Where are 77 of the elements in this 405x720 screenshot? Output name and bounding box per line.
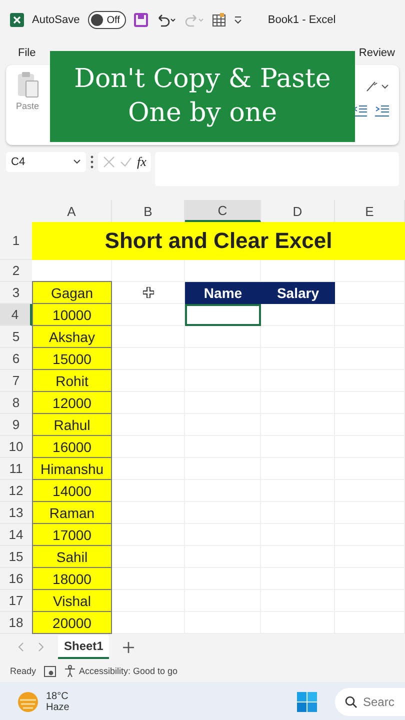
empty-cell: [335, 304, 405, 326]
row-header[interactable]: 6: [0, 348, 32, 370]
table-cell: 18000: [32, 567, 112, 590]
name-box[interactable]: C4: [6, 152, 86, 172]
temperature: 18°C: [46, 691, 70, 702]
table-cell: 20000: [32, 611, 112, 634]
active-cell[interactable]: [185, 304, 261, 326]
table-cell: 12000: [32, 391, 112, 414]
sheet-tab[interactable]: Sheet1: [58, 635, 110, 659]
caption-text: Don't Copy & Paste: [74, 62, 331, 96]
autosave-toggle[interactable]: Off: [88, 11, 126, 29]
accessibility-status[interactable]: Accessibility: Good to go: [79, 666, 178, 676]
sheet-title: Short and Clear Excel: [32, 222, 405, 260]
row-header[interactable]: 5: [0, 326, 32, 348]
macro-recording-icon[interactable]: [44, 666, 56, 676]
weather-condition: Haze: [46, 702, 70, 713]
table-cell: 10000: [32, 303, 112, 326]
table-icon[interactable]: [212, 13, 226, 27]
excel-logo-icon: [10, 13, 24, 27]
table-cell: Himanshu: [32, 457, 112, 480]
row-header[interactable]: 16: [0, 568, 32, 590]
empty-cell: [335, 260, 405, 282]
row-header[interactable]: 17: [0, 590, 32, 612]
column-header[interactable]: D: [261, 200, 335, 222]
table-cell: Rohit: [32, 369, 112, 392]
row-header[interactable]: 4: [0, 304, 32, 326]
autosave-label: AutoSave: [32, 14, 80, 26]
decrease-indent-icon[interactable]: [353, 105, 367, 117]
status-text: Ready: [10, 666, 36, 676]
add-sheet-icon[interactable]: [123, 642, 134, 652]
column-header[interactable]: A: [32, 200, 112, 222]
table-cell: 16000: [32, 435, 112, 458]
clipboard-icon: [16, 71, 38, 99]
checkmark-icon[interactable]: [120, 156, 132, 168]
row-header[interactable]: 11: [0, 458, 32, 480]
cell-cursor-icon: [142, 287, 154, 298]
row-header[interactable]: 15: [0, 546, 32, 568]
column-header[interactable]: B: [112, 200, 185, 222]
table-cell: Vishal: [32, 589, 112, 612]
row-header[interactable]: 3: [0, 282, 32, 304]
start-icon[interactable]: [297, 692, 317, 712]
column-header[interactable]: C: [185, 200, 261, 222]
row-header[interactable]: 14: [0, 524, 32, 546]
insert-function-button[interactable]: fx: [137, 154, 146, 170]
table-header-cell: Name: [185, 282, 261, 304]
table-cell: 14000: [32, 479, 112, 502]
row-header[interactable]: 7: [0, 370, 32, 392]
window-title: Book1 - Excel: [268, 14, 336, 26]
increase-indent-icon[interactable]: [375, 105, 389, 117]
table-cell: Raman: [32, 501, 112, 524]
row-header[interactable]: 10: [0, 436, 32, 458]
table-cell: Rahul: [32, 413, 112, 436]
customize-dropdown-icon[interactable]: [234, 16, 242, 24]
column-header[interactable]: E: [335, 200, 405, 222]
table-cell: Sahil: [32, 545, 112, 568]
undo-icon[interactable]: [156, 13, 176, 27]
search-field[interactable]: Searc: [335, 688, 405, 716]
table-cell: 15000: [32, 347, 112, 370]
ribbon-tab[interactable]: Review: [358, 46, 395, 58]
row-header[interactable]: 9: [0, 414, 32, 436]
paste-button[interactable]: Paste: [16, 71, 40, 139]
save-icon[interactable]: [134, 13, 148, 27]
table-cell: Akshay: [32, 325, 112, 348]
accessibility-icon[interactable]: [64, 665, 78, 677]
text-orientation-icon[interactable]: [365, 79, 389, 93]
row-header[interactable]: 18: [0, 612, 32, 634]
row-header[interactable]: 1: [0, 222, 32, 260]
row-header[interactable]: 8: [0, 392, 32, 414]
row-header[interactable]: 2: [0, 260, 32, 282]
row-header[interactable]: 12: [0, 480, 32, 502]
table-cell: 17000: [32, 523, 112, 546]
table-header-cell: Salary: [261, 282, 335, 304]
ribbon-tab[interactable]: File: [18, 46, 36, 58]
caption-text: One by one: [128, 96, 278, 130]
table-cell: Gagan: [32, 281, 112, 304]
row-header[interactable]: 13: [0, 502, 32, 524]
search-icon: [345, 696, 357, 708]
